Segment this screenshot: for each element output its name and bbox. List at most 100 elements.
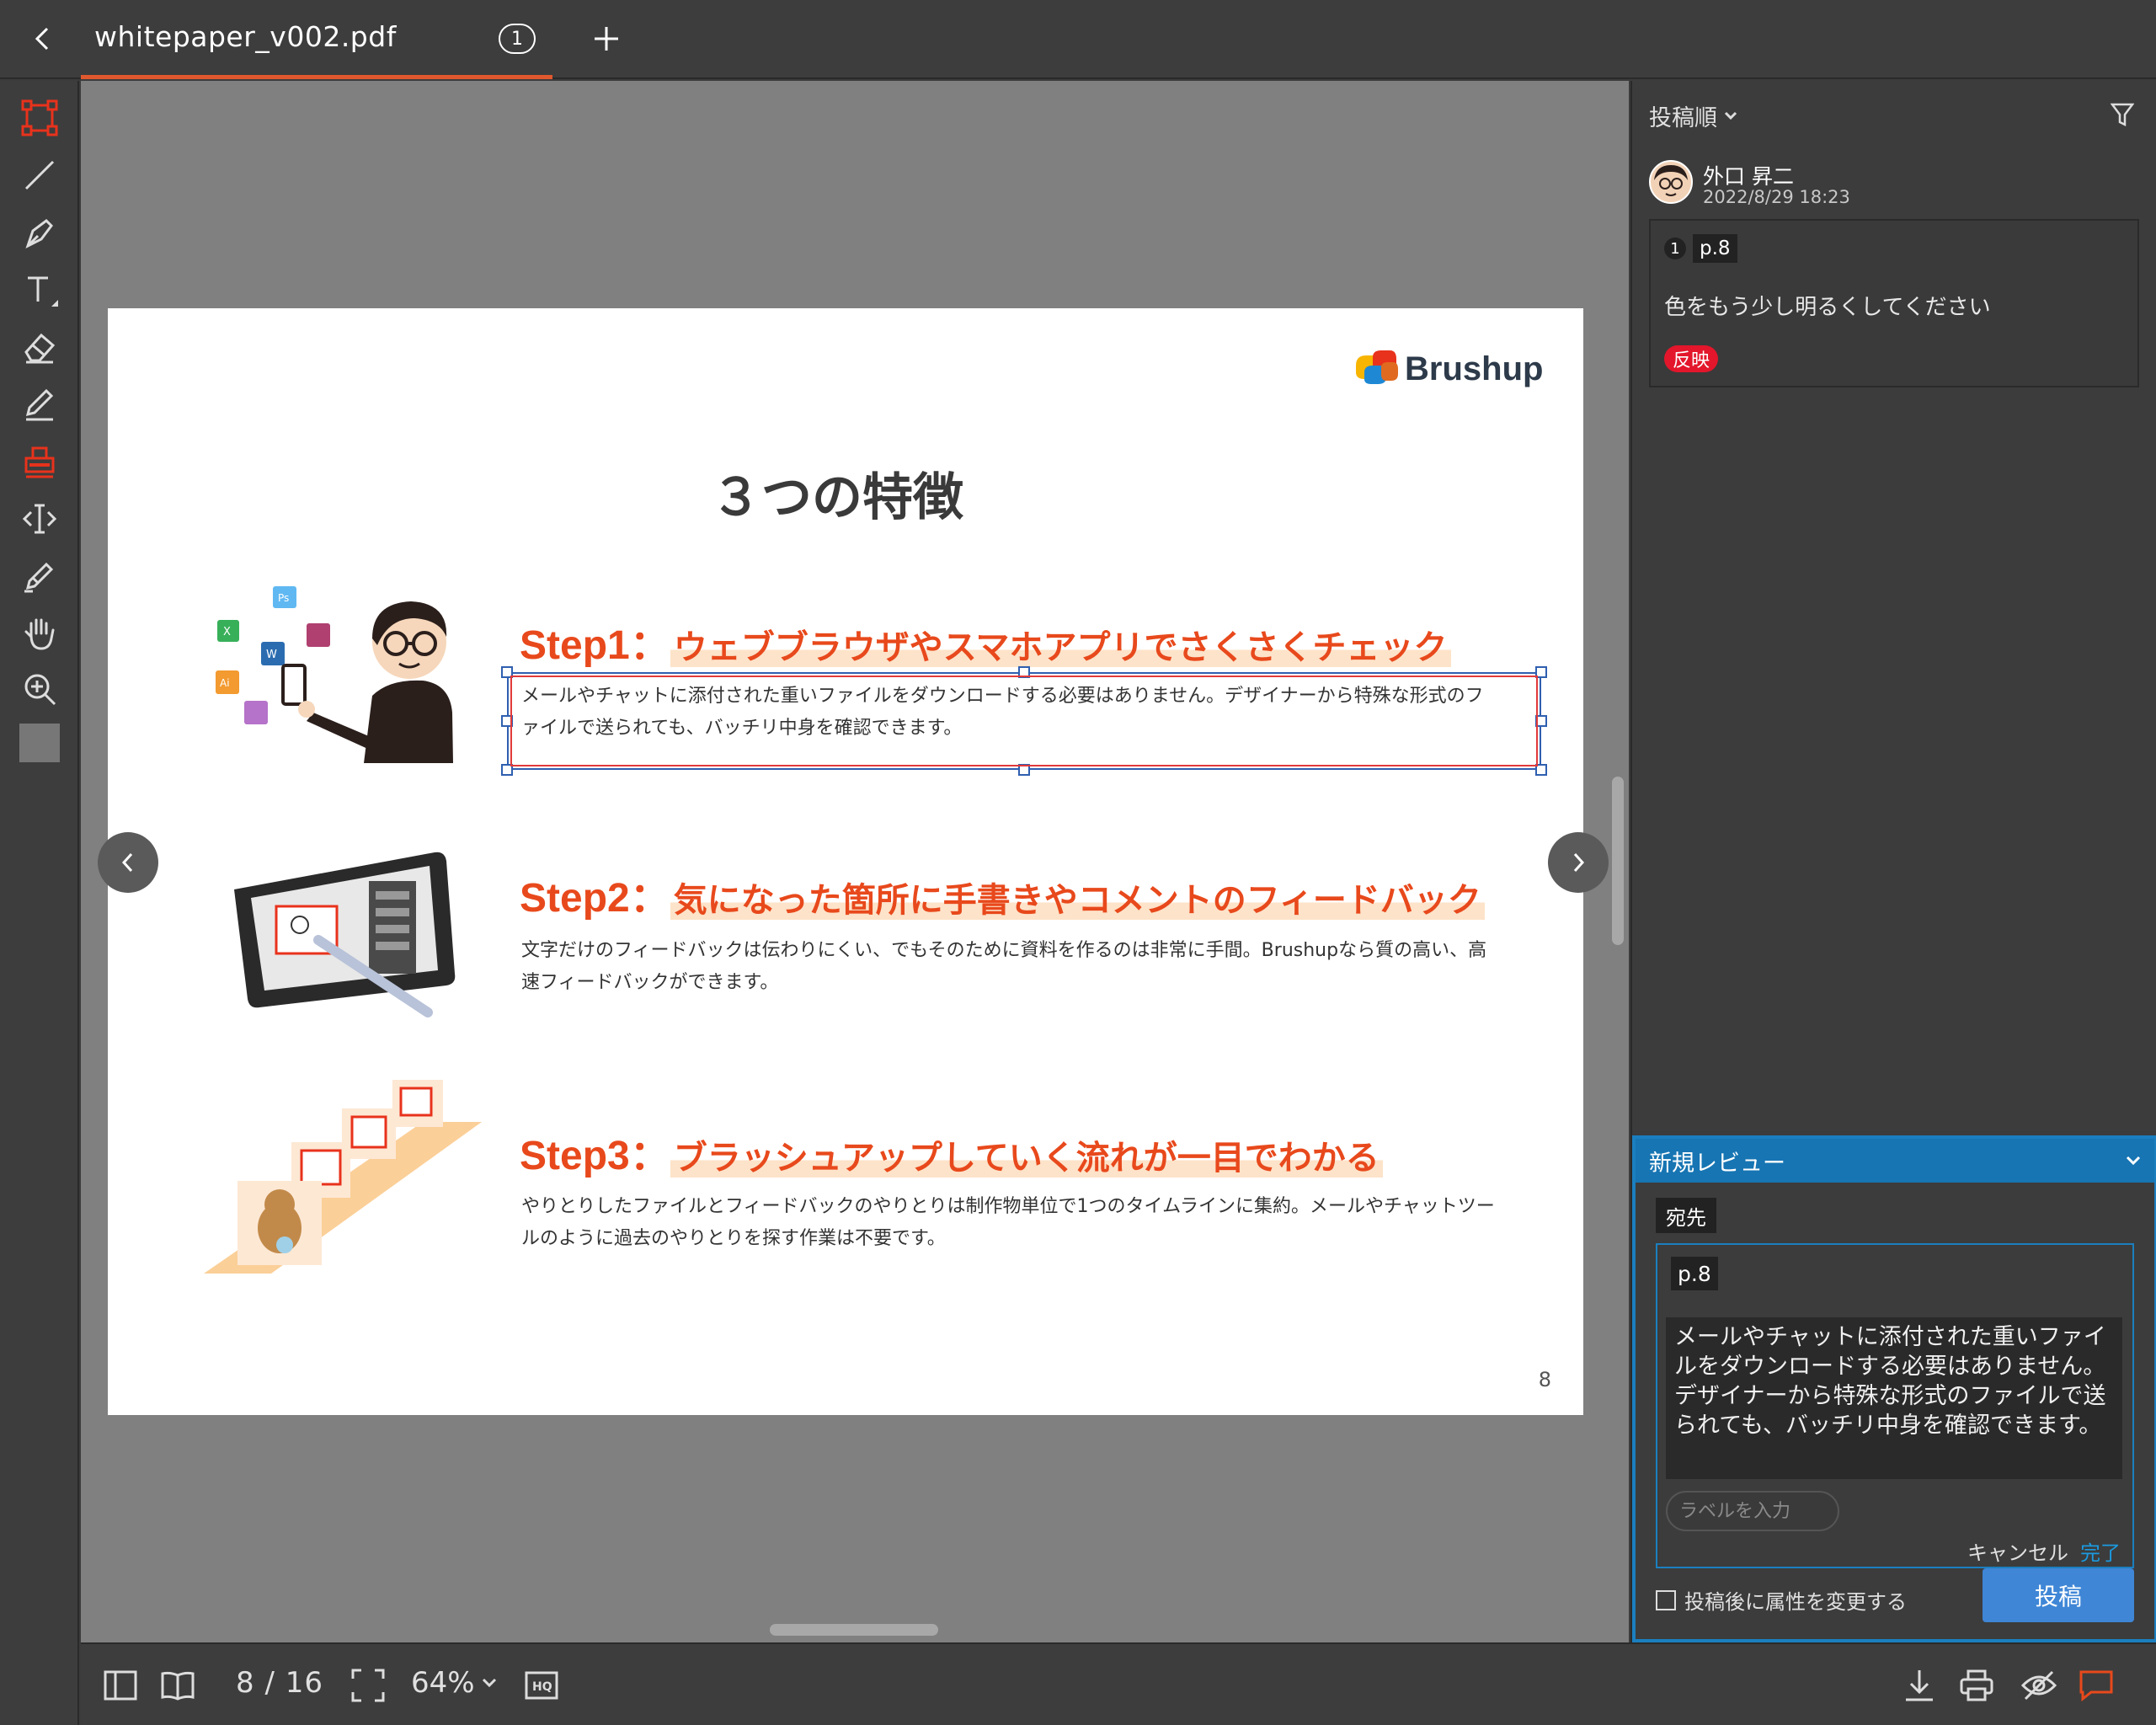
filter-button[interactable] — [2105, 98, 2139, 131]
document-viewer[interactable]: Brushup ３つの特徴 Ps X W Ai Step1： ウェブブラウザやスマ… — [81, 81, 1629, 1642]
svg-text:W: W — [266, 649, 277, 661]
resize-handle-br[interactable] — [1535, 764, 1547, 776]
zoom-in-icon — [24, 674, 56, 706]
step3-illustration — [204, 1080, 482, 1274]
stamp-icon — [24, 446, 55, 478]
open-book-icon — [161, 1671, 195, 1701]
review-panel: 投稿順 外口 昇二 2022/8/29 18:23 1 p.8 色をもう少し明る… — [1630, 81, 2156, 1642]
horizontal-scrollbar[interactable] — [770, 1624, 938, 1636]
comment-number-badge: 1 — [1664, 238, 1686, 259]
print-button[interactable] — [1956, 1664, 1998, 1706]
change-attributes-option[interactable]: 投稿後に属性を変更する — [1656, 1585, 1907, 1615]
tab-title: whitepaper_v002.pdf — [94, 20, 397, 53]
next-page-button[interactable] — [1548, 832, 1609, 893]
fullscreen-icon — [351, 1669, 385, 1702]
step1-title: Step1： ウェブブラウザやスマホアプリでさくさくチェック — [520, 611, 1451, 670]
hq-toggle-button[interactable]: HQ — [520, 1664, 563, 1706]
sort-label: 投稿順 — [1649, 105, 1717, 131]
line-icon — [24, 160, 55, 190]
resize-handle-tr[interactable] — [1535, 666, 1547, 678]
marker-icon — [24, 562, 54, 593]
hide-annotations-button[interactable] — [2018, 1664, 2060, 1706]
pdf-page[interactable]: Brushup ３つの特徴 Ps X W Ai Step1： ウェブブラウザやスマ… — [108, 308, 1583, 1415]
resize-handle-b[interactable] — [1018, 764, 1030, 776]
eraser-tool[interactable] — [14, 322, 65, 372]
back-button[interactable] — [24, 20, 61, 57]
resize-handle-l[interactable] — [501, 715, 513, 727]
review-text-input[interactable]: メールやチャットに添付された重いファイルをダウンロードする必要はありません。デザ… — [1666, 1317, 2122, 1479]
brushup-logo: Brushup — [1353, 344, 1543, 394]
comment-author: 外口 昇二 — [1703, 164, 1794, 189]
zoom-tool[interactable] — [14, 664, 65, 714]
bottom-toolbar: 8 / 16 64% HQ — [81, 1642, 2156, 1725]
comments-panel-button[interactable] — [2075, 1664, 2117, 1706]
resize-handle-t[interactable] — [1018, 666, 1030, 678]
pencil-icon — [25, 388, 54, 421]
new-review-form: 新規レビュー 宛先 p.8 メールやチャットに添付された重いファイルをダウンロー… — [1632, 1135, 2156, 1642]
avatar — [1649, 160, 1693, 204]
post-button[interactable]: 投稿 — [1983, 1568, 2134, 1622]
chevron-right-icon — [1573, 852, 1585, 873]
brushup-logo-icon — [1356, 350, 1398, 384]
cancel-button[interactable]: キャンセル — [1967, 1536, 2068, 1566]
comment-page-tag[interactable]: p.8 — [1693, 234, 1737, 263]
step2-body: 文字だけのフィードバックは伝わりにくい、でもそのために資料を作るのは非常に手間。… — [521, 940, 1487, 993]
resize-handle-tl[interactable] — [501, 666, 513, 678]
edit-tool[interactable] — [14, 379, 65, 430]
new-review-header[interactable]: 新規レビュー — [1636, 1139, 2154, 1183]
resize-handle-bl[interactable] — [501, 764, 513, 776]
hand-tool[interactable] — [14, 608, 65, 659]
step2-title: Step2： 気になった箇所に手書きやコメントのフィードバック — [520, 864, 1485, 923]
filter-icon — [2111, 103, 2134, 127]
review-page-tag: p.8 — [1671, 1257, 1718, 1290]
rectangle-tool[interactable] — [14, 93, 65, 143]
pen-nib-icon — [25, 219, 53, 248]
pen-tool[interactable] — [14, 207, 65, 258]
eraser-icon — [24, 333, 56, 364]
color-picker[interactable] — [14, 718, 65, 768]
text-tool[interactable] — [14, 264, 65, 315]
step1-illustration: Ps X W Ai — [216, 586, 453, 763]
tab-bar: whitepaper_v002.pdf 1 — [0, 0, 2156, 79]
label-input[interactable] — [1666, 1491, 1839, 1531]
add-tab-button[interactable] — [586, 19, 627, 59]
chevron-down-icon — [1724, 111, 1737, 120]
zoom-dropdown[interactable]: 64% — [411, 1666, 497, 1700]
selection-rectangle[interactable] — [501, 666, 1547, 776]
eye-off-icon — [2020, 1670, 2057, 1701]
download-button[interactable] — [1898, 1664, 1940, 1706]
recipient-button[interactable]: 宛先 — [1656, 1198, 1716, 1233]
step3-title: Step3： ブラッシュアップしていく流れが一目でわかる — [520, 1122, 1383, 1181]
previous-page-button[interactable] — [98, 832, 158, 893]
user-avatar-icon — [1654, 165, 1688, 196]
book-view-button[interactable] — [157, 1664, 199, 1706]
done-button[interactable]: 完了 — [2080, 1536, 2121, 1566]
fullscreen-button[interactable] — [347, 1664, 389, 1706]
line-tool[interactable] — [14, 150, 65, 200]
step2-illustration — [234, 852, 456, 1017]
step2-heading: 気になった箇所に手書きやコメントのフィードバック — [670, 881, 1485, 920]
step3-label: Step3： — [520, 1134, 670, 1178]
page-heading: ３つの特徴 — [711, 468, 963, 527]
page-indicator[interactable]: 8 / 16 — [236, 1666, 323, 1700]
document-tab[interactable]: whitepaper_v002.pdf 1 — [81, 0, 552, 79]
text-icon — [28, 276, 58, 307]
rectangle-select-icon — [21, 99, 58, 136]
resize-handle-r[interactable] — [1535, 715, 1547, 727]
sort-dropdown[interactable]: 投稿順 — [1649, 99, 1737, 132]
change-attributes-checkbox[interactable] — [1656, 1589, 1676, 1610]
tab-comment-count-badge: 1 — [499, 24, 536, 54]
hand-icon — [24, 618, 55, 650]
vertical-scrollbar[interactable] — [1612, 777, 1624, 945]
text-cursor-icon — [22, 504, 57, 534]
svg-text:Ai: Ai — [220, 677, 230, 689]
review-input-box: p.8 メールやチャットに添付された重いファイルをダウンロードする必要はありませ… — [1656, 1243, 2134, 1568]
text-select-tool[interactable] — [14, 494, 65, 544]
chevron-left-icon — [121, 852, 133, 873]
stamp-tool[interactable] — [14, 436, 65, 487]
highlighter-tool[interactable] — [14, 551, 65, 601]
comment-status-label[interactable]: 反映 — [1664, 345, 1719, 372]
sidebar-toggle-button[interactable] — [99, 1664, 141, 1706]
comment-card[interactable]: 1 p.8 色をもう少し明るくしてください 反映 — [1649, 219, 2139, 387]
step1-heading: ウェブブラウザやスマホアプリでさくさくチェック — [670, 628, 1451, 667]
